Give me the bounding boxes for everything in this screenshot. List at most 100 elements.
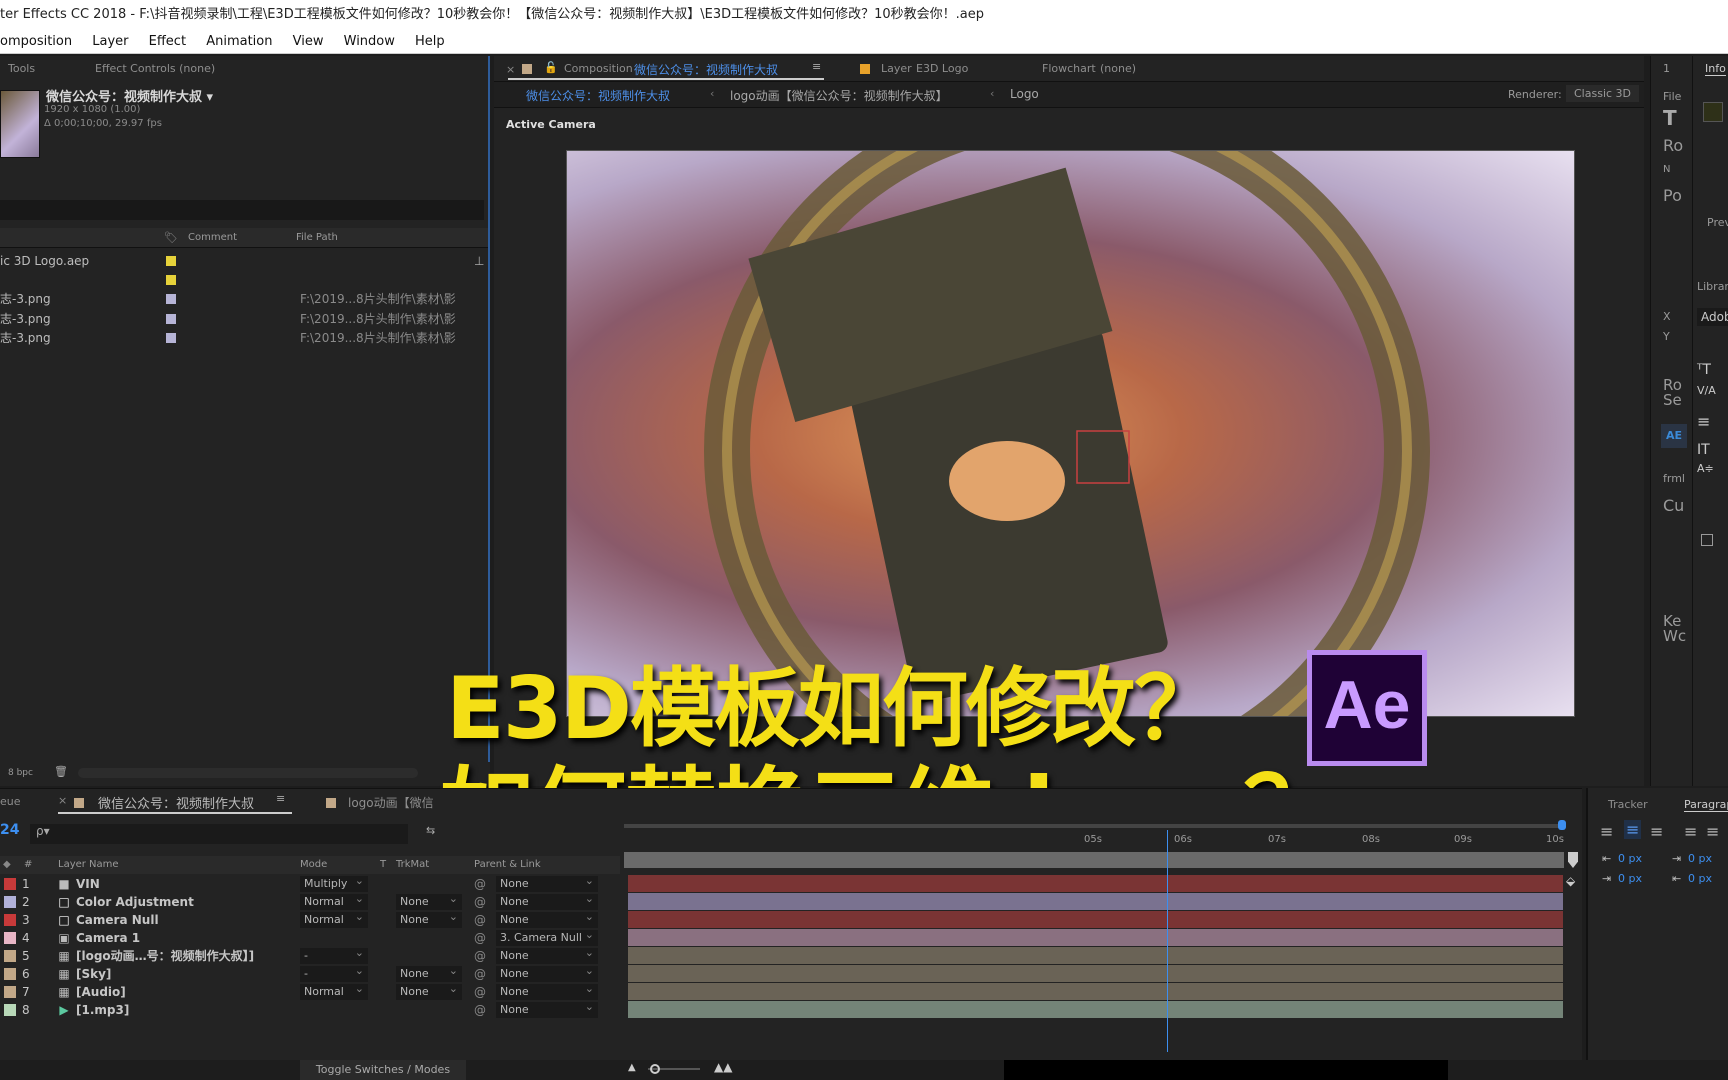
menu-effect[interactable]: Effect [149,34,186,49]
parent-dropdown[interactable]: None [496,981,598,1000]
tab-render-queue[interactable]: eue [0,795,21,808]
bpc-button[interactable]: 8 bpc [8,768,33,778]
tab-flowchart-prefix[interactable]: Flowchart [1042,62,1096,75]
label-color[interactable] [4,986,16,998]
layer-row[interactable]: 8 ▶ [1.mp3] @ None [0,999,620,1019]
parent-dropdown[interactable]: None [496,999,598,1018]
layer-name[interactable]: [Sky] [76,965,111,983]
tab-composition-prefix[interactable]: Composition [564,62,633,75]
parent-dropdown[interactable]: None [496,873,598,892]
trkmat-dropdown[interactable]: None [396,963,462,982]
project-item[interactable]: ic 3D Logo.aep ⊥ [0,251,488,271]
comp-name[interactable]: 微信公众号：视频制作大叔 ▾ [46,86,213,105]
layer-name[interactable]: Camera Null [76,911,159,929]
layer-row[interactable]: 2 □ Color Adjustment Normal None @ None [0,891,620,911]
work-area-end-handle[interactable] [1558,820,1566,830]
breadcrumb-item[interactable]: logo动画【微信公众号：视频制作大叔】 [730,87,948,104]
layer-row[interactable]: 4 ▣ Camera 1 @ 3. Camera Null [0,927,620,947]
label-color[interactable] [4,878,16,890]
mode-dropdown[interactable]: Multiply [300,873,368,892]
work-area-range[interactable] [624,852,1564,868]
space-before-value[interactable]: 0 px [1688,852,1712,865]
parent-dropdown[interactable]: None [496,963,598,982]
pickwhip-icon[interactable]: @ [474,965,486,983]
menu-view[interactable]: View [293,34,324,49]
layer-duration-bar[interactable] [628,875,1563,892]
col-file-path[interactable]: File Path [296,232,338,243]
work-area-bar[interactable] [624,824,1564,828]
font-size-icon[interactable]: ᵀT [1697,362,1711,378]
menu-layer[interactable]: Layer [92,34,128,49]
menu-icon[interactable]: ≡ [812,60,821,73]
layer-row[interactable]: 7 ▦ [Audio] Normal None @ None [0,981,620,1001]
col-t[interactable]: T [380,856,386,874]
pickwhip-icon[interactable]: @ [474,947,486,965]
zoom-slider-handle[interactable] [650,1064,660,1074]
checkbox[interactable] [1701,534,1713,546]
tab-effect-controls[interactable]: Effect Controls (none) [95,62,215,75]
close-icon[interactable]: × [58,794,67,807]
parent-dropdown[interactable]: None [496,909,598,928]
indent-right-value[interactable]: 0 px [1618,872,1642,885]
breadcrumb-item[interactable]: Logo [1010,87,1039,101]
project-item[interactable] [0,270,488,290]
layer-duration-bar[interactable] [628,1001,1563,1018]
vertical-scale-icon[interactable]: IT [1697,442,1710,458]
label-color[interactable] [4,914,16,926]
comp-button-icon[interactable]: ⬙ [1566,874,1575,888]
pickwhip-icon[interactable]: @ [474,983,486,1001]
comp-mini-flowchart-icon[interactable]: ⇆ [426,824,435,837]
pickwhip-icon[interactable]: @ [474,893,486,911]
align-right-icon[interactable]: ≡ [1650,822,1663,841]
mode-dropdown[interactable]: Normal [300,909,368,928]
pickwhip-icon[interactable]: @ [474,875,486,893]
layer-name[interactable]: [Audio] [76,983,126,1001]
label-color[interactable] [4,896,16,908]
tracking-icon[interactable]: V/A [1697,384,1716,397]
col-comment[interactable]: Comment [188,232,237,243]
tab-tracker[interactable]: Tracker [1608,798,1648,811]
pickwhip-icon[interactable]: @ [474,911,486,929]
trkmat-dropdown[interactable]: None [396,909,462,928]
scrollbar[interactable] [78,768,418,778]
timeline-search-input[interactable]: ρ▾ [30,824,408,844]
current-time[interactable]: 24 [0,822,19,838]
tab-paragraph[interactable]: Paragrap [1684,798,1728,812]
layer-name[interactable]: Color Adjustment [76,893,194,911]
mode-dropdown[interactable]: - [300,963,368,982]
tab-tools[interactable]: Tools [8,62,35,75]
tab-info[interactable]: Info [1705,62,1726,76]
menu-animation[interactable]: Animation [206,34,272,49]
label-color[interactable] [4,950,16,962]
tab-preview[interactable]: Prev [1707,216,1728,229]
align-icon[interactable]: ≡ [1697,412,1710,431]
label-color[interactable] [4,1004,16,1016]
menu-icon[interactable]: ≡ [276,792,285,805]
space-after-value[interactable]: 0 px [1688,872,1712,885]
menu-window[interactable]: Window [344,34,395,49]
align-center-icon[interactable]: ≡ [1624,820,1642,839]
tab-layer[interactable]: E3D Logo [916,62,968,75]
mode-dropdown[interactable]: - [300,945,368,964]
parent-dropdown[interactable]: None [496,891,598,910]
col-layer-name[interactable]: Layer Name [58,856,119,874]
tab-layer-prefix[interactable]: Layer [881,62,912,75]
flowchart-icon[interactable]: ⊥ [474,251,484,271]
col-num[interactable]: # [24,856,32,874]
trkmat-dropdown[interactable]: None [396,891,462,910]
col-trkmat[interactable]: TrkMat [396,856,429,874]
justify-all-icon[interactable]: ≡ [1706,822,1719,841]
layer-row[interactable]: 3 □ Camera Null Normal None @ None [0,909,620,929]
project-item[interactable]: 志-3.png F:\2019...8片头制作\素材\影 [0,328,488,348]
align-left-icon[interactable]: ≡ [1600,822,1613,841]
menu-help[interactable]: Help [415,34,445,49]
breadcrumb-item[interactable]: 微信公众号：视频制作大叔 [526,87,670,104]
mode-dropdown[interactable]: Normal [300,891,368,910]
tab-timeline-main[interactable]: 微信公众号：视频制作大叔 [98,793,254,812]
project-item[interactable]: 志-3.png F:\2019...8片头制作\素材\影 [0,289,488,309]
layer-duration-bar[interactable] [628,893,1563,910]
layer-duration-bar[interactable] [628,911,1563,928]
trkmat-dropdown[interactable]: None [396,981,462,1000]
layer-duration-bar[interactable] [628,947,1563,964]
lock-icon[interactable]: 🔓 [544,61,558,74]
